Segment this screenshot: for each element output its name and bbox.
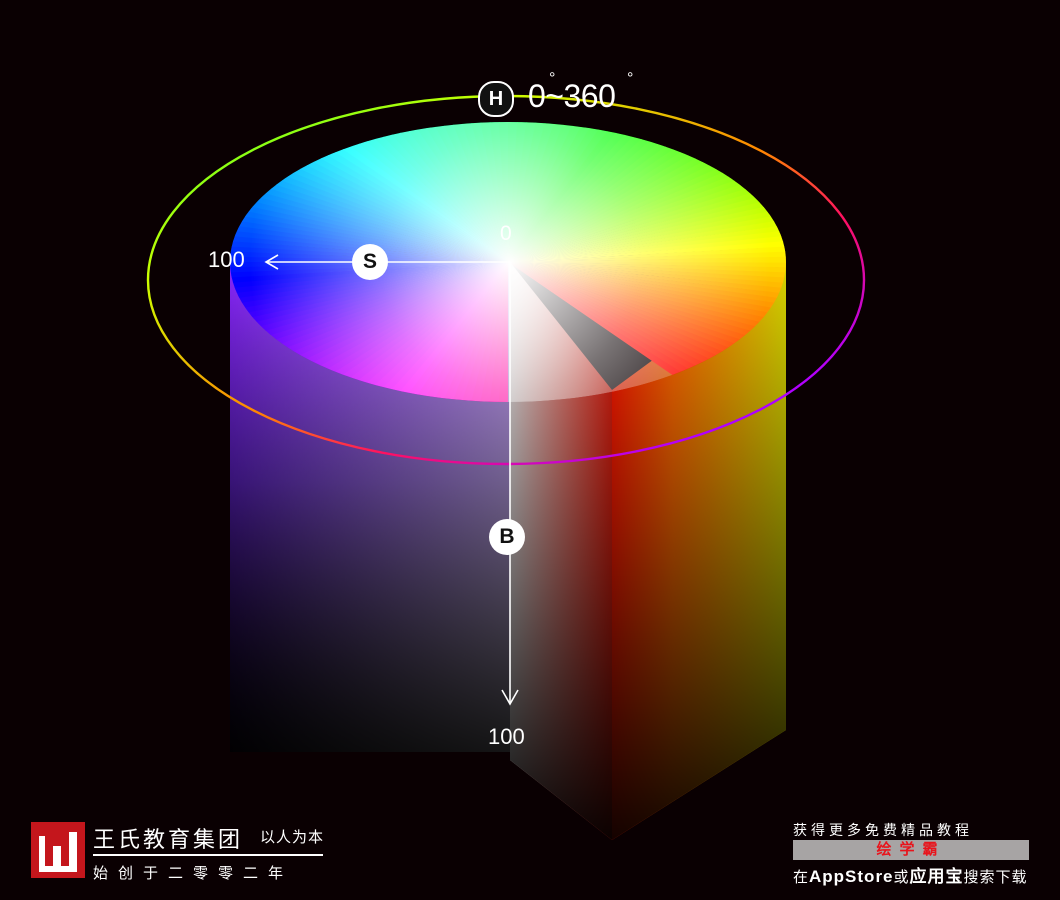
brand-divider bbox=[93, 854, 323, 856]
degree-mark-end: ° bbox=[627, 70, 634, 87]
promo-download-line: 在AppStore或应用宝搜索下载 bbox=[793, 862, 1028, 887]
brand-since: 始创于二零零二年 bbox=[93, 865, 294, 882]
brand-logo-mark-icon bbox=[39, 832, 77, 872]
hsb-cylinder-diagram bbox=[146, 94, 866, 840]
degree-mark-start: ° bbox=[549, 70, 556, 87]
promo-store: AppStore bbox=[809, 867, 894, 886]
brightness-pin: B bbox=[489, 519, 525, 555]
brightness-max-label: 100 bbox=[488, 724, 525, 749]
brand-name: 王氏教育集团 bbox=[93, 827, 244, 852]
center-zero-label: 0 bbox=[500, 222, 512, 245]
saturation-max-label: 100 bbox=[208, 247, 245, 272]
promo-suffix: 搜索下载 bbox=[963, 869, 1028, 886]
promo-app-store-name: 应用宝 bbox=[909, 867, 964, 886]
promo-or: 或 bbox=[893, 869, 910, 886]
brand-logo bbox=[31, 822, 85, 878]
saturation-pin: S bbox=[352, 244, 388, 280]
hue-pin: H bbox=[478, 81, 514, 117]
brand-motto: 以人为本 bbox=[260, 829, 325, 846]
promo-prefix: 在 bbox=[793, 869, 810, 886]
promo-app-name: 绘学霸 bbox=[793, 840, 1029, 860]
hue-range-label: 0~360 bbox=[528, 78, 616, 114]
promo-headline: 获得更多免费精品教程 bbox=[793, 822, 973, 838]
